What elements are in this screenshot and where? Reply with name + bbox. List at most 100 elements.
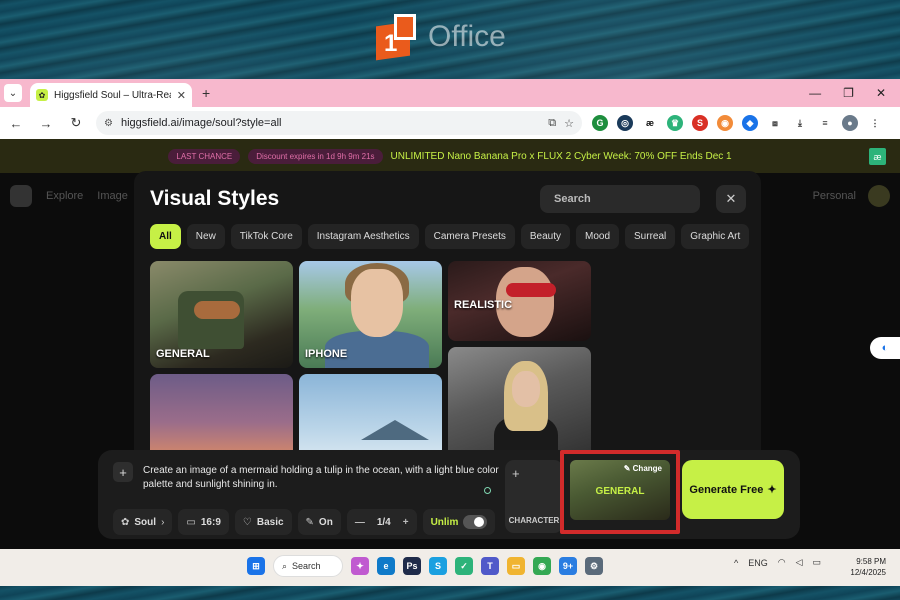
minimize-icon[interactable]: — (809, 86, 821, 100)
add-image-button[interactable]: + (113, 462, 133, 482)
forward-icon[interactable]: → (36, 113, 56, 133)
grammarly-icon[interactable]: G (592, 115, 608, 131)
chip-all[interactable]: All (150, 224, 181, 249)
copilot-icon[interactable]: ✦ (351, 557, 369, 575)
extension-icon[interactable]: ◎ (617, 115, 633, 131)
teams-icon[interactable]: T (481, 557, 499, 575)
chip-tiktok-core[interactable]: TikTok Core (230, 224, 302, 249)
style-search[interactable] (540, 185, 700, 213)
tab-search-dropdown[interactable]: ⌄ (4, 84, 22, 102)
puzzle-extensions-icon[interactable]: ⧈ (767, 115, 783, 131)
increment-icon[interactable]: + (403, 517, 409, 528)
site-info-icon[interactable]: ⚙ (104, 118, 113, 129)
visual-styles-modal: Visual Styles ✕ All New TikTok Core Inst… (134, 171, 761, 471)
extension-orange-icon[interactable]: ◉ (717, 115, 733, 131)
floating-assistant-icon[interactable]: ◐ (870, 337, 900, 359)
reload-icon[interactable]: ↻ (66, 113, 86, 133)
decrement-icon[interactable]: — (355, 517, 365, 528)
battery-icon[interactable]: ▭ (813, 557, 822, 568)
chip-camera-presets[interactable]: Camera Presets (424, 224, 515, 249)
profile-avatar[interactable]: ● (842, 115, 858, 131)
chrome-icon[interactable]: ◉ (533, 557, 551, 575)
reading-list-icon[interactable]: ≡ (817, 115, 833, 131)
chip-surreal[interactable]: Surreal (625, 224, 676, 249)
browser-toolbar: ← → ↻ ⚙ ⧉ ☆ G ◎ æ ♛ S ◉ ◆ ⧈ ⤓ ≡ ● ⋮ (0, 107, 900, 139)
system-tray: ^ ENG ◠ ◁ ▭ (734, 557, 821, 568)
higgsfield-logo-icon[interactable] (10, 185, 32, 207)
style-card-realistic[interactable]: REALISTIC (448, 261, 591, 341)
extension-red-icon[interactable]: S (692, 115, 708, 131)
extension-blue-icon[interactable]: ◆ (742, 115, 758, 131)
extension-green-icon[interactable]: ♛ (667, 115, 683, 131)
generate-button[interactable]: Generate Free ✦ (682, 460, 784, 519)
modal-title: Visual Styles (150, 187, 280, 210)
photoshop-icon[interactable]: Ps (403, 557, 421, 575)
restore-icon[interactable]: ❐ (843, 86, 854, 100)
menu-kebab-icon[interactable]: ⋮ (867, 115, 883, 131)
ae-extension-icon[interactable]: æ (642, 115, 658, 131)
chip-mood[interactable]: Mood (576, 224, 620, 249)
close-modal-button[interactable]: ✕ (716, 185, 746, 213)
style-filter-chips: All New TikTok Core Instagram Aesthetics… (150, 224, 750, 249)
style-search-input[interactable] (554, 193, 686, 205)
wifi-icon[interactable]: ◠ (778, 557, 786, 568)
settings-gear-icon[interactable]: ⚙ (585, 557, 603, 575)
unlim-label: Unlim (430, 516, 459, 528)
system-clock[interactable]: 9:58 PM 12/4/2025 (840, 556, 886, 578)
new-tab-button[interactable]: + (202, 85, 210, 101)
tray-chevron-icon[interactable]: ^ (734, 558, 738, 568)
character-label: CHARACTER (508, 516, 560, 525)
promo-banner[interactable]: LAST CHANCE Discount expires in 1d 9h 9m… (0, 139, 900, 173)
close-window-icon[interactable]: ✕ (876, 86, 886, 100)
prompt-textarea[interactable]: Create an image of a mermaid holding a t… (143, 464, 501, 492)
nav-explore[interactable]: Explore (46, 190, 83, 202)
change-style-button[interactable]: ✎ Change (624, 464, 662, 473)
close-tab-icon[interactable]: ✕ (177, 89, 186, 102)
office-logo-text: Office (428, 20, 506, 53)
style-card-label: REALISTIC (454, 299, 513, 311)
character-button[interactable]: + CHARACTER (505, 460, 563, 533)
selected-style-highlight: ✎ Change GENERAL (560, 450, 680, 534)
user-avatar[interactable] (868, 185, 890, 207)
model-select[interactable]: ✿ Soul › (113, 509, 173, 535)
download-icon[interactable]: ⤓ (792, 115, 808, 131)
enhance-toggle[interactable]: ✎ On (297, 509, 341, 535)
back-icon[interactable]: ← (6, 113, 26, 133)
chip-instagram-aesthetics[interactable]: Instagram Aesthetics (307, 224, 419, 249)
volume-icon[interactable]: ◁ (796, 557, 803, 568)
office-logo: 1 Office (376, 12, 526, 62)
ae-badge-icon[interactable]: æ (869, 148, 886, 165)
chip-beauty[interactable]: Beauty (520, 224, 570, 249)
higgsfield-favicon-icon: ✿ (36, 89, 48, 101)
unlim-toggle[interactable]: Unlim (422, 509, 496, 535)
address-bar[interactable]: ⚙ ⧉ ☆ (96, 111, 582, 135)
style-card-general[interactable]: GENERAL (150, 261, 293, 368)
aspect-ratio-select[interactable]: ▭ 16:9 (178, 509, 229, 535)
active-tab[interactable]: ✿ Higgsfield Soul – Ultra-Realistic ✕ (30, 83, 192, 107)
taskbar-search[interactable]: ⌕ Search (273, 555, 343, 577)
url-input[interactable] (120, 117, 541, 129)
bookmark-star-icon[interactable]: ☆ (564, 117, 574, 130)
nav-personal[interactable]: Personal (813, 190, 856, 202)
edge-dev-icon[interactable]: 9+ (559, 557, 577, 575)
banner-pill-countdown: Discount expires in 1d 9h 9m 21s (248, 148, 383, 164)
cast-icon[interactable]: ⧉ (548, 117, 556, 130)
chip-new[interactable]: New (186, 224, 225, 249)
unlim-switch[interactable] (463, 515, 488, 529)
edge-icon[interactable]: e (377, 557, 395, 575)
text-cursor-indicator (484, 487, 491, 494)
language-indicator[interactable]: ENG (748, 558, 768, 568)
chip-graphic-art[interactable]: Graphic Art (681, 224, 750, 249)
nav-image[interactable]: Image (97, 190, 128, 202)
file-explorer-icon[interactable]: ▭ (507, 557, 525, 575)
image-count-stepper[interactable]: — 1/4 + (346, 509, 417, 535)
notification-badge: 9+ (562, 561, 574, 571)
search-icon: ⌕ (282, 560, 288, 571)
quality-select[interactable]: ♡ Basic (234, 509, 292, 535)
selected-style-thumbnail[interactable]: ✎ Change GENERAL (570, 460, 670, 520)
start-windows-icon[interactable]: ⊞ (247, 557, 265, 575)
skype-icon[interactable]: S (429, 557, 447, 575)
green-app-icon[interactable]: ✓ (455, 557, 473, 575)
soul-model-icon: ✿ (121, 516, 130, 528)
style-card-iphone[interactable]: IPHONE (299, 261, 442, 368)
